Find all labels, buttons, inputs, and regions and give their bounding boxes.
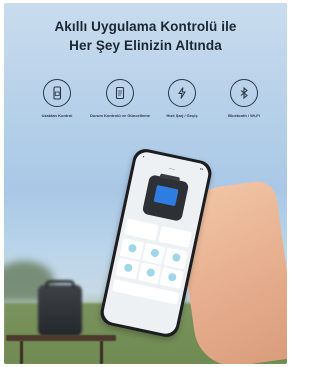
control-tile bbox=[137, 262, 162, 285]
headline-line-2: Her Şey Elinizin Altında bbox=[69, 38, 222, 53]
device-settings-icon bbox=[106, 79, 134, 107]
feature-fast-charge: Hızlı Şarj / Geçiş bbox=[149, 79, 215, 118]
feature-connectivity: Bluetooth / Wi-Fi bbox=[211, 79, 277, 118]
feature-label: Bluetooth / Wi-Fi bbox=[228, 113, 260, 118]
feature-row: Uzaktan Kontrol Durum Kontrolü ve Güncel… bbox=[4, 79, 287, 139]
control-tile bbox=[159, 267, 184, 289]
headline-line-1: Akıllı Uygulama Kontrolü ile bbox=[54, 19, 237, 34]
bluetooth-wifi-icon bbox=[230, 79, 258, 107]
feature-remote-control: Uzaktan Kontrol bbox=[24, 79, 90, 118]
feature-label: Uzaktan Kontrol bbox=[41, 113, 73, 118]
control-tile bbox=[119, 238, 144, 260]
control-tile bbox=[141, 242, 166, 265]
feature-label: Hızlı Şarj / Geçiş bbox=[166, 113, 198, 118]
phone-app-icon bbox=[43, 79, 71, 107]
product-banner: Akıllı Uygulama Kontrolü ile Her Şey Eli… bbox=[4, 3, 287, 364]
device-image bbox=[141, 173, 190, 222]
headline: Akıllı Uygulama Kontrolü ile Her Şey Eli… bbox=[4, 17, 287, 55]
control-tile bbox=[115, 257, 140, 280]
control-tile bbox=[163, 247, 188, 270]
power-station-photo bbox=[38, 280, 82, 336]
table-leg bbox=[100, 341, 103, 364]
feature-status: Durum Kontrolü ve Güncelleme bbox=[87, 79, 153, 118]
device-display bbox=[153, 184, 179, 207]
power-icon bbox=[168, 79, 196, 107]
table-leg bbox=[20, 341, 23, 364]
feature-label: Durum Kontrolü ve Güncelleme bbox=[89, 113, 150, 118]
